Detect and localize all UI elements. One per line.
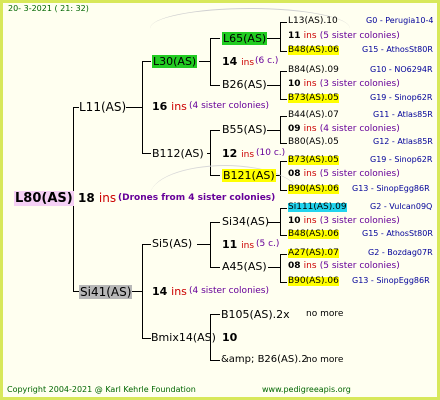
b105-no-more: no more	[306, 309, 344, 319]
connector	[142, 338, 151, 339]
connector	[142, 153, 151, 154]
connector	[142, 244, 143, 339]
copyright-text: Copyright 2004-2021 @ Karl Kehrle Founda…	[7, 385, 196, 394]
gen3-si34[interactable]: Si34(AS)	[222, 216, 269, 227]
b55-drone-count: 09 ins (4 sister colonies)	[288, 124, 400, 134]
b121-drone-count: 08 ins (5 sister colonies)	[288, 169, 400, 179]
l11-drone-note: (4 sister colonies)	[189, 101, 270, 111]
connector	[210, 85, 220, 86]
connector	[280, 254, 281, 283]
connector	[280, 71, 287, 72]
l30-drone-note: (6 c.)	[255, 56, 279, 66]
gen4-l13[interactable]: L13(AS).10	[288, 17, 338, 26]
bmix14-count: 10	[222, 331, 238, 344]
gen4-a27[interactable]: A27(AS).07	[288, 249, 339, 258]
breeder-code: G12 - Atlas85R	[373, 137, 433, 146]
connector	[280, 235, 287, 236]
gen4-b44[interactable]: B44(AS).07	[288, 111, 339, 120]
b112-drone-count: 12 ins	[222, 147, 255, 160]
connector	[280, 116, 281, 144]
connector	[210, 130, 220, 131]
connector	[267, 130, 281, 131]
connector	[280, 143, 287, 144]
gen4-b80[interactable]: B80(AS).05	[288, 138, 339, 147]
root-queen[interactable]: L80(AS)	[14, 191, 74, 206]
breeder-code: G13 - SinopEgg86R	[352, 184, 430, 193]
gen2-l30[interactable]: L30(AS)	[152, 55, 198, 68]
connector	[126, 107, 143, 108]
gen3-b121[interactable]: B121(AS)	[222, 169, 276, 182]
gen2-bmix14[interactable]: Bmix14(AS)	[151, 332, 216, 343]
gen4-b73[interactable]: B73(AS).05	[288, 94, 339, 103]
b26-repeat-no-more: no more	[306, 355, 344, 365]
gen4-b90-2[interactable]: B90(AS).06	[288, 277, 339, 286]
si34-drone-count: 10 ins (3 sister colonies)	[288, 216, 400, 226]
connector	[280, 161, 287, 162]
gen2-b112[interactable]: B112(AS)	[152, 148, 204, 159]
breeder-code: G19 - Sinop62R	[370, 155, 433, 164]
breeder-code: G13 - SinopEgg86R	[352, 276, 430, 285]
breeder-code: G19 - Sinop62R	[370, 93, 433, 102]
si5-drone-note: (5 c.)	[256, 239, 280, 249]
connector	[210, 314, 220, 315]
connector	[267, 85, 281, 86]
dam-si41[interactable]: Si41(AS)	[79, 285, 133, 299]
connector	[210, 222, 211, 268]
gen3-b105[interactable]: B105(AS).2x	[221, 309, 290, 320]
gen3-b55[interactable]: B55(AS)	[222, 124, 267, 135]
b26-drone-count: 10 ins (3 sister colonies)	[288, 79, 400, 89]
gen4-b84[interactable]: B84(AS).09	[288, 66, 339, 75]
gen4-b48[interactable]: B48(AS).06	[288, 46, 339, 55]
si41-drone-count: 14 ins	[152, 285, 187, 298]
breeder-code: G2 - Vulcan09Q	[370, 202, 433, 211]
gen3-a45[interactable]: A45(AS)	[222, 261, 267, 272]
gen3-b26[interactable]: B26(AS)	[222, 79, 267, 90]
breeder-code: G2 - Bozdag07R	[368, 248, 433, 257]
connector	[280, 116, 287, 117]
connector	[210, 360, 220, 361]
breeder-code: G11 - Atlas85R	[373, 110, 433, 119]
breeder-code: G15 - AthosSt80R	[362, 45, 433, 54]
gen4-b48-2[interactable]: B48(AS).06	[288, 230, 339, 239]
gen4-si111[interactable]: Si111(AS).09	[288, 203, 347, 212]
gen4-b73-2[interactable]: B73(AS).05	[288, 156, 339, 165]
breeder-code: G15 - AthosSt80R	[362, 229, 433, 238]
connector	[280, 282, 287, 283]
gen3-b26-repeat[interactable]: &amp; B26(AS).2	[221, 355, 308, 365]
site-link[interactable]: www.pedigreeapis.org	[262, 386, 351, 394]
si5-drone-count: 11 ins	[222, 238, 255, 251]
connector	[197, 244, 211, 245]
gen3-l65[interactable]: L65(AS)	[222, 32, 268, 45]
l11-drone-count: 16 ins	[152, 100, 187, 113]
si41-drone-note: (4 sister colonies)	[189, 286, 270, 296]
gen2-si5[interactable]: Si5(AS)	[152, 238, 192, 249]
root-drone-count: 18 ins	[78, 191, 117, 205]
connector	[210, 267, 220, 268]
connector	[142, 61, 143, 154]
header-date: 20- 3-2021 ( 21: 32)	[8, 4, 89, 13]
sire-l11[interactable]: L11(AS)	[79, 101, 126, 113]
a45-drone-count: 08 ins (5 sister colonies)	[288, 261, 400, 271]
breeder-code: G10 - NO6294R	[370, 65, 433, 74]
connector	[280, 51, 287, 52]
connector	[280, 254, 287, 255]
l30-drone-count: 14 ins	[222, 55, 255, 68]
breeder-code: G0 - Perugia10-4	[366, 16, 434, 25]
connector	[142, 244, 151, 245]
connector	[280, 99, 287, 100]
gen4-b90[interactable]: B90(AS).06	[288, 185, 339, 194]
b112-drone-note: (10 c.)	[256, 148, 286, 158]
root-drone-note: (Drones from 4 sister colonies)	[118, 193, 276, 203]
connector	[280, 71, 281, 100]
l65-drone-count: 11 ins (5 sister colonies)	[288, 31, 400, 41]
connector	[142, 61, 151, 62]
